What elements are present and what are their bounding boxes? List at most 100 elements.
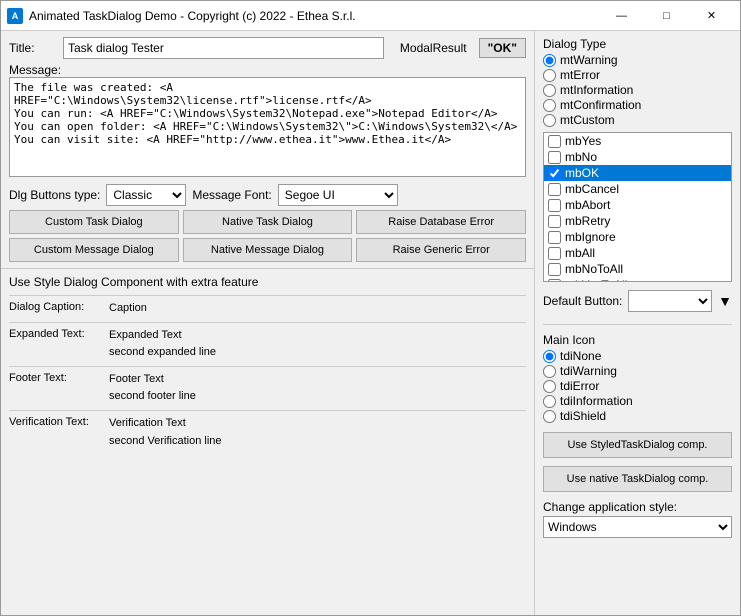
checkbox-mbRetry-label: mbRetry	[565, 214, 610, 228]
dialog-type-label: Dialog Type	[543, 37, 732, 51]
radio-tdiNone-input[interactable]	[543, 350, 556, 363]
modal-result-value: "OK"	[479, 38, 526, 58]
footer-text-row: Footer Text: Footer Textsecond footer li…	[9, 366, 526, 410]
styled-task-dialog-button[interactable]: Use StyledTaskDialog comp.	[543, 432, 732, 458]
content-area: Title: ModalResult "OK" Message: The fil…	[1, 31, 740, 615]
footer-text-value: Footer Textsecond footer line	[109, 371, 526, 406]
native-task-dialog-button[interactable]: Native Task Dialog	[183, 210, 353, 234]
radio-mtConfirmation-label: mtConfirmation	[560, 98, 641, 112]
radio-mtCustom-label: mtCustom	[560, 113, 615, 127]
custom-message-dialog-button[interactable]: Custom Message Dialog	[9, 238, 179, 262]
radio-tdiNone[interactable]: tdiNone	[543, 349, 732, 363]
checkbox-list[interactable]: mbYes mbNo mbOK mbCancel mbAbort	[543, 132, 732, 282]
radio-tdiShield-label: tdiShield	[560, 409, 606, 423]
raise-database-error-button[interactable]: Raise Database Error	[356, 210, 526, 234]
radio-tdiWarning[interactable]: tdiWarning	[543, 364, 732, 378]
checkbox-mbRetry[interactable]: mbRetry	[544, 213, 731, 229]
window-icon: A	[7, 8, 23, 24]
main-icon-section: Main Icon tdiNone tdiWarning tdiError td…	[543, 333, 732, 424]
verification-text-value: Verification Textsecond Verification lin…	[109, 415, 526, 450]
message-label-row: Message:	[9, 63, 526, 77]
radio-tdiInformation-label: tdiInformation	[560, 394, 633, 408]
title-input[interactable]	[63, 37, 384, 59]
separator-1	[543, 324, 732, 325]
checkbox-mbAll-input[interactable]	[548, 247, 561, 260]
checkbox-mbNo[interactable]: mbNo	[544, 149, 731, 165]
message-area-container: The file was created: <A HREF="C:\Window…	[9, 77, 526, 180]
radio-mtCustom[interactable]: mtCustom	[543, 113, 732, 127]
custom-task-dialog-button[interactable]: Custom Task Dialog	[9, 210, 179, 234]
checkbox-mbOK-input[interactable]	[548, 167, 561, 180]
radio-mtWarning-label: mtWarning	[560, 53, 618, 67]
main-window: A Animated TaskDialog Demo - Copyright (…	[0, 0, 741, 616]
change-style-combo[interactable]: Windows Flat Modern	[543, 516, 732, 538]
dialog-caption-value: Caption	[109, 300, 526, 318]
checkbox-mbAll-label: mbAll	[565, 246, 595, 260]
radio-mtError-label: mtError	[560, 68, 600, 82]
default-button-combo[interactable]	[628, 290, 712, 312]
action-buttons-grid: Custom Task Dialog Native Task Dialog Ra…	[9, 210, 526, 262]
checkbox-mbAbort-input[interactable]	[548, 199, 561, 212]
checkbox-mbCancel-input[interactable]	[548, 183, 561, 196]
native-task-dialog-button-right[interactable]: Use native TaskDialog comp.	[543, 466, 732, 492]
message-textarea[interactable]: The file was created: <A HREF="C:\Window…	[9, 77, 526, 177]
expanded-text-row: Expanded Text: Expanded Textsecond expan…	[9, 322, 526, 366]
radio-mtError-input[interactable]	[543, 69, 556, 82]
dialog-type-section: Dialog Type mtWarning mtError mtInformat…	[543, 37, 732, 128]
dlg-buttons-row: Dlg Buttons type: Classic Standard Custo…	[9, 184, 526, 206]
expanded-text-label: Expanded Text:	[9, 327, 109, 340]
close-button[interactable]: ✕	[689, 1, 734, 31]
radio-mtConfirmation-input[interactable]	[543, 99, 556, 112]
dialog-caption-label: Dialog Caption:	[9, 300, 109, 313]
checkbox-mbCancel[interactable]: mbCancel	[544, 181, 731, 197]
radio-mtConfirmation[interactable]: mtConfirmation	[543, 98, 732, 112]
radio-mtWarning[interactable]: mtWarning	[543, 53, 732, 67]
minimize-button[interactable]: —	[599, 1, 644, 31]
radio-tdiShield[interactable]: tdiShield	[543, 409, 732, 423]
native-message-dialog-button[interactable]: Native Message Dialog	[183, 238, 353, 262]
title-label: Title:	[9, 41, 49, 55]
main-icon-label: Main Icon	[543, 333, 732, 347]
dlg-buttons-combo[interactable]: Classic Standard Custom	[106, 184, 186, 206]
checkbox-mbNoToAll-label: mbNoToAll	[565, 262, 623, 276]
checkbox-mbYes[interactable]: mbYes	[544, 133, 731, 149]
checkbox-mbAbort[interactable]: mbAbort	[544, 197, 731, 213]
extra-fields: Dialog Caption: Caption Expanded Text: E…	[9, 295, 526, 454]
raise-generic-error-button[interactable]: Raise Generic Error	[356, 238, 526, 262]
radio-tdiWarning-input[interactable]	[543, 365, 556, 378]
radio-tdiError-input[interactable]	[543, 380, 556, 393]
checkbox-mbIgnore[interactable]: mbIgnore	[544, 229, 731, 245]
radio-mtInformation[interactable]: mtInformation	[543, 83, 732, 97]
checkbox-mbIgnore-input[interactable]	[548, 231, 561, 244]
checkbox-mbRetry-input[interactable]	[548, 215, 561, 228]
msg-font-combo[interactable]: Segoe UI Arial Tahoma	[278, 184, 398, 206]
checkbox-mbOK[interactable]: mbOK	[544, 165, 731, 181]
checkbox-mbNo-input[interactable]	[548, 151, 561, 164]
default-button-row: Default Button: ▼	[543, 290, 732, 312]
right-panel: Dialog Type mtWarning mtError mtInformat…	[535, 31, 740, 615]
checkbox-mbYesToAll[interactable]: mbYesToAll	[544, 277, 731, 282]
radio-tdiShield-input[interactable]	[543, 410, 556, 423]
radio-mtInformation-input[interactable]	[543, 84, 556, 97]
bottom-section: Use Style Dialog Component with extra fe…	[1, 269, 534, 615]
dialog-caption-row: Dialog Caption: Caption	[9, 295, 526, 322]
radio-mtError[interactable]: mtError	[543, 68, 732, 82]
checkbox-mbNoToAll-input[interactable]	[548, 263, 561, 276]
dlg-buttons-label: Dlg Buttons type:	[9, 188, 100, 202]
maximize-button[interactable]: □	[644, 1, 689, 31]
radio-mtWarning-input[interactable]	[543, 54, 556, 67]
radio-tdiError[interactable]: tdiError	[543, 379, 732, 393]
checkbox-mbYesToAll-input[interactable]	[548, 279, 561, 283]
radio-tdiWarning-label: tdiWarning	[560, 364, 617, 378]
radio-mtCustom-input[interactable]	[543, 114, 556, 127]
change-style-row: Change application style: Windows Flat M…	[543, 500, 732, 538]
window-title: Animated TaskDialog Demo - Copyright (c)…	[29, 9, 599, 23]
use-style-label: Use Style Dialog Component with extra fe…	[9, 275, 526, 289]
checkbox-mbAll[interactable]: mbAll	[544, 245, 731, 261]
radio-tdiInformation-input[interactable]	[543, 395, 556, 408]
radio-tdiInformation[interactable]: tdiInformation	[543, 394, 732, 408]
checkbox-mbNoToAll[interactable]: mbNoToAll	[544, 261, 731, 277]
title-row: Title: ModalResult "OK"	[9, 37, 526, 59]
default-button-dropdown-icon[interactable]: ▼	[718, 293, 732, 309]
checkbox-mbYes-input[interactable]	[548, 135, 561, 148]
